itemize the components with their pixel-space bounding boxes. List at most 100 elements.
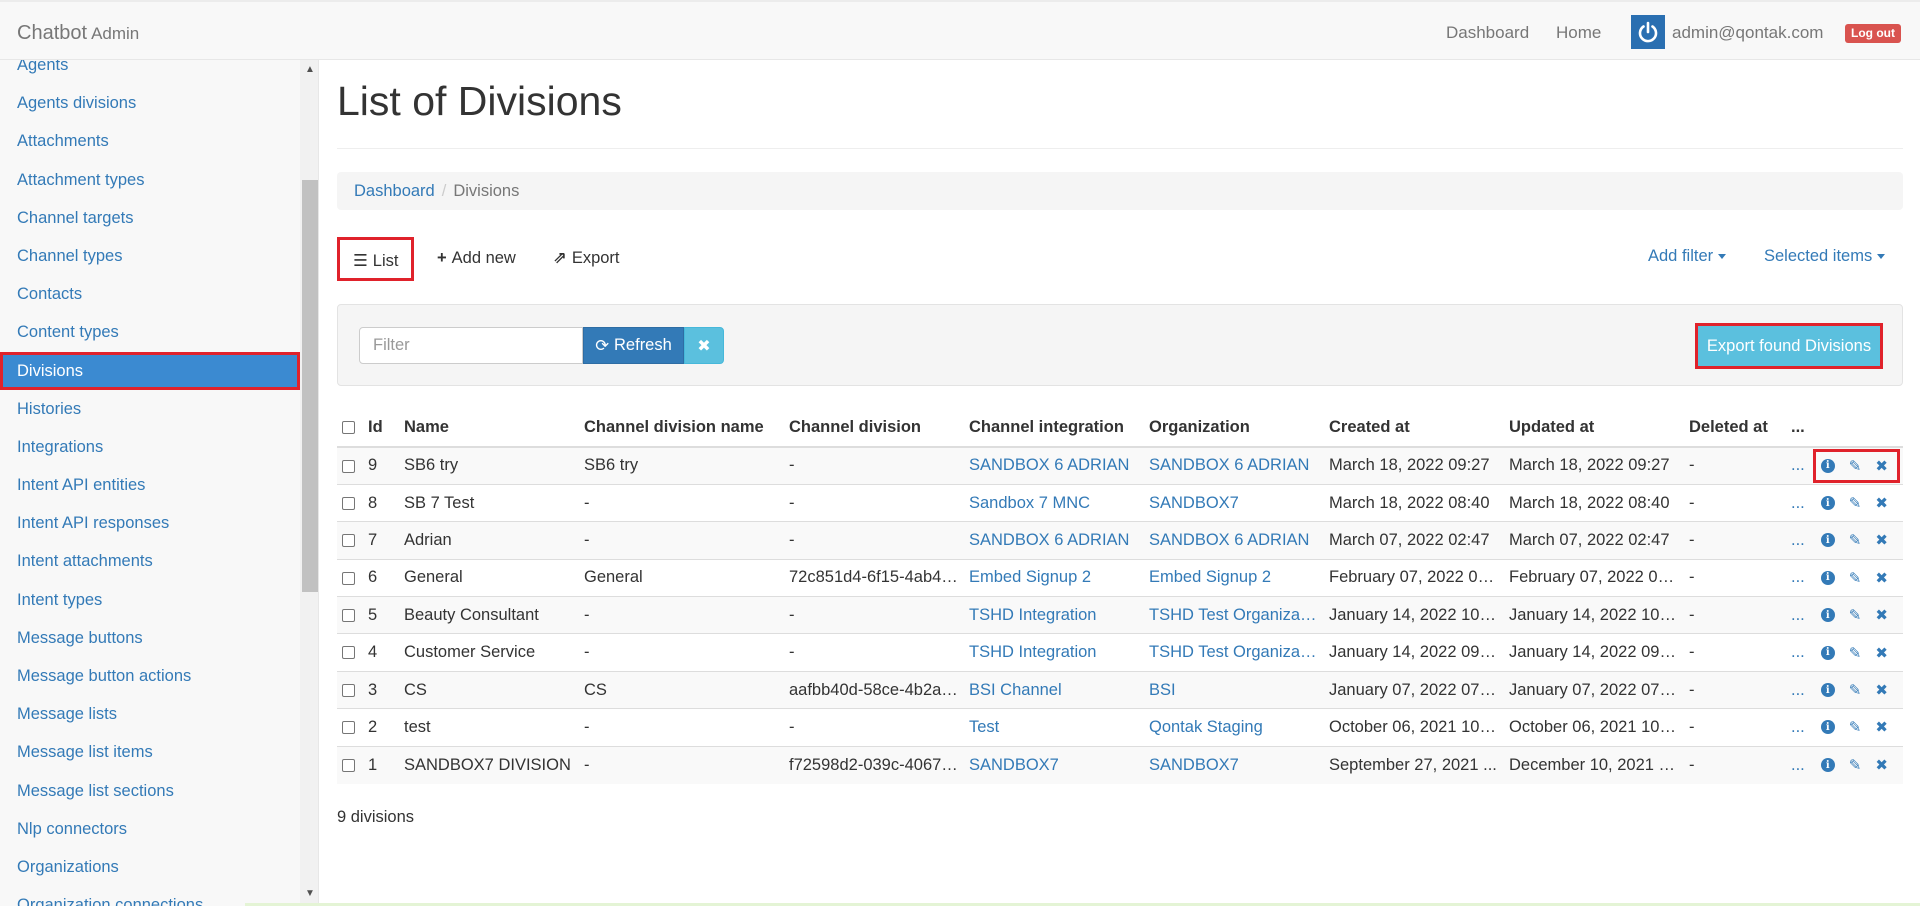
- edit-icon[interactable]: ✎: [1849, 681, 1862, 699]
- cell-organization[interactable]: Embed Signup 2: [1144, 558, 1324, 597]
- cell-channel-integration[interactable]: SANDBOX 6 ADRIAN: [964, 446, 1144, 485]
- sidebar-scroll-thumb[interactable]: [302, 180, 318, 592]
- col-name[interactable]: Name: [399, 409, 579, 448]
- scroll-down-arrow-icon[interactable]: ▼: [302, 886, 318, 902]
- brand[interactable]: Chatbot Admin: [17, 22, 139, 45]
- delete-icon[interactable]: ✖: [1875, 531, 1888, 549]
- col-channel-integration[interactable]: Channel integration: [964, 409, 1144, 448]
- sidebar-item-agents-divisions[interactable]: Agents divisions: [0, 84, 300, 122]
- cell-more[interactable]: ...: [1786, 670, 1810, 709]
- row-checkbox[interactable]: [342, 608, 355, 622]
- info-icon[interactable]: i: [1820, 496, 1835, 511]
- sidebar-item-attachments[interactable]: Attachments: [0, 122, 300, 160]
- add-new-button[interactable]: + Add new: [424, 237, 529, 281]
- edit-icon[interactable]: ✎: [1849, 531, 1862, 549]
- cell-channel-integration[interactable]: BSI Channel: [964, 670, 1144, 709]
- cell-more[interactable]: ...: [1786, 633, 1810, 672]
- edit-icon[interactable]: ✎: [1849, 494, 1862, 512]
- delete-icon[interactable]: ✖: [1875, 569, 1888, 587]
- cell-channel-integration[interactable]: Embed Signup 2: [964, 558, 1144, 597]
- delete-icon[interactable]: ✖: [1875, 457, 1888, 475]
- sidebar-item-integrations[interactable]: Integrations: [0, 428, 300, 466]
- row-checkbox[interactable]: [342, 758, 355, 772]
- cell-more[interactable]: ...: [1786, 558, 1810, 597]
- delete-icon[interactable]: ✖: [1875, 756, 1888, 774]
- col-channel-division[interactable]: Channel division: [784, 409, 964, 448]
- cell-organization[interactable]: SANDBOX7: [1144, 483, 1324, 522]
- edit-icon[interactable]: ✎: [1849, 756, 1862, 774]
- edit-icon[interactable]: ✎: [1849, 644, 1862, 662]
- export-found-button[interactable]: Export found Divisions: [1695, 323, 1883, 369]
- cell-channel-integration[interactable]: SANDBOX 6 ADRIAN: [964, 521, 1144, 560]
- sidebar-item-content-types[interactable]: Content types: [0, 313, 300, 351]
- delete-icon[interactable]: ✖: [1875, 644, 1888, 662]
- sidebar-item-intent-api-responses[interactable]: Intent API responses: [0, 504, 300, 542]
- col-channel-division-name[interactable]: Channel division name: [579, 409, 784, 448]
- row-checkbox[interactable]: [342, 683, 355, 697]
- sidebar-item-channel-targets[interactable]: Channel targets: [0, 199, 300, 237]
- col-updated-at[interactable]: Updated at: [1504, 409, 1684, 448]
- sidebar-item-contacts[interactable]: Contacts: [0, 275, 300, 313]
- delete-icon[interactable]: ✖: [1875, 606, 1888, 624]
- add-filter-dropdown[interactable]: Add filter: [1648, 247, 1727, 266]
- cell-channel-integration[interactable]: TSHD Integration: [964, 596, 1144, 634]
- delete-icon[interactable]: ✖: [1875, 494, 1888, 512]
- sidebar-item-attachment-types[interactable]: Attachment types: [0, 161, 300, 199]
- info-icon[interactable]: i: [1820, 758, 1835, 773]
- sidebar-item-message-lists[interactable]: Message lists: [0, 695, 300, 733]
- delete-icon[interactable]: ✖: [1875, 718, 1888, 736]
- info-icon[interactable]: i: [1820, 645, 1835, 660]
- info-icon[interactable]: i: [1820, 533, 1835, 548]
- cell-organization[interactable]: Qontak Staging: [1144, 708, 1324, 747]
- cell-channel-integration[interactable]: Sandbox 7 MNC: [964, 483, 1144, 522]
- sidebar-item-intent-attachments[interactable]: Intent attachments: [0, 542, 300, 580]
- cell-more[interactable]: ...: [1786, 745, 1810, 784]
- edit-icon[interactable]: ✎: [1849, 569, 1862, 587]
- cell-organization[interactable]: TSHD Test Organizati...: [1144, 596, 1324, 634]
- info-icon[interactable]: i: [1820, 720, 1835, 735]
- info-icon[interactable]: i: [1820, 570, 1835, 585]
- cell-organization[interactable]: SANDBOX 6 ADRIAN: [1144, 521, 1324, 560]
- breadcrumb-dashboard-link[interactable]: Dashboard: [354, 182, 435, 200]
- cell-channel-integration[interactable]: Test: [964, 708, 1144, 747]
- cell-more[interactable]: ...: [1786, 708, 1810, 747]
- row-checkbox[interactable]: [342, 496, 355, 510]
- sidebar-item-divisions[interactable]: Divisions: [0, 351, 300, 390]
- sidebar-item-nlp-connectors[interactable]: Nlp connectors: [0, 810, 300, 848]
- sidebar-item-organizations[interactable]: Organizations: [0, 848, 300, 886]
- cell-organization[interactable]: SANDBOX7: [1144, 745, 1324, 784]
- sidebar-item-message-button-actions[interactable]: Message button actions: [0, 657, 300, 695]
- sidebar-item-channel-types[interactable]: Channel types: [0, 237, 300, 275]
- row-checkbox[interactable]: [342, 571, 355, 585]
- cell-more[interactable]: ...: [1786, 483, 1810, 522]
- export-button[interactable]: ⇗ Export: [540, 237, 633, 281]
- row-checkbox[interactable]: [342, 646, 355, 660]
- row-checkbox[interactable]: [342, 534, 355, 548]
- list-button[interactable]: ☰ List: [337, 237, 415, 281]
- row-checkbox[interactable]: [342, 459, 355, 473]
- col-created-at[interactable]: Created at: [1324, 409, 1504, 448]
- clear-filter-button[interactable]: ✖: [684, 327, 724, 364]
- col-id[interactable]: Id: [363, 409, 399, 448]
- cell-channel-integration[interactable]: TSHD Integration: [964, 633, 1144, 672]
- logout-button[interactable]: Log out: [1845, 24, 1901, 43]
- info-icon[interactable]: i: [1820, 458, 1835, 473]
- cell-more[interactable]: ...: [1786, 521, 1810, 560]
- refresh-button[interactable]: ⟳ Refresh: [583, 327, 684, 364]
- sidebar-item-intent-api-entities[interactable]: Intent API entities: [0, 466, 300, 504]
- info-icon[interactable]: i: [1820, 608, 1835, 623]
- cell-organization[interactable]: TSHD Test Organizati...: [1144, 633, 1324, 672]
- cell-more[interactable]: ...: [1786, 596, 1810, 634]
- sidebar-item-histories[interactable]: Histories: [0, 390, 300, 428]
- delete-icon[interactable]: ✖: [1875, 681, 1888, 699]
- info-icon[interactable]: i: [1820, 683, 1835, 698]
- sidebar-item-message-list-sections[interactable]: Message list sections: [0, 772, 300, 810]
- cell-organization[interactable]: BSI: [1144, 670, 1324, 709]
- sidebar-item-agents[interactable]: Agents: [0, 60, 300, 84]
- user-email[interactable]: admin@qontak.com: [1672, 23, 1823, 43]
- edit-icon[interactable]: ✎: [1849, 718, 1862, 736]
- scroll-up-arrow-icon[interactable]: ▲: [302, 62, 318, 78]
- power-icon[interactable]: [1631, 15, 1665, 49]
- filter-input[interactable]: [359, 327, 583, 364]
- selected-items-dropdown[interactable]: Selected items: [1764, 247, 1886, 266]
